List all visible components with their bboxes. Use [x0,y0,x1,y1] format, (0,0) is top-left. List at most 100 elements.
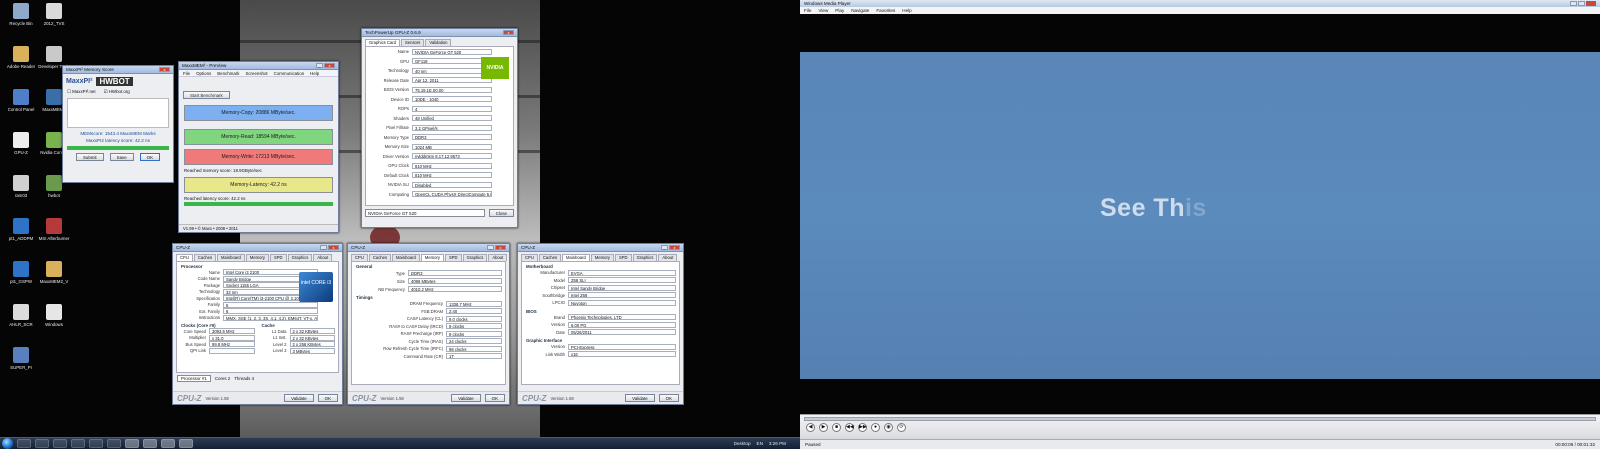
taskbar-app-icon[interactable] [143,439,157,448]
save-button[interactable]: Save [109,153,134,161]
validate-button[interactable]: Validate [284,394,314,402]
menu-item[interactable]: Play [835,8,844,13]
tab-graphics[interactable]: Graphics [287,254,313,261]
menu-item[interactable]: Screenshot [245,71,267,76]
tray-desktop[interactable]: Desktop [734,441,751,446]
tab-cpu[interactable]: CPU [521,254,538,261]
tab-spd[interactable]: SPD [614,254,632,261]
ok-button[interactable]: OK [317,394,338,402]
tab-cpu[interactable]: CPU [351,254,368,261]
tab-memory[interactable]: Memory [245,254,269,261]
tray-language[interactable]: EN [757,441,763,446]
tab-about[interactable]: About [488,254,508,261]
tab-sensors[interactable]: Sensors [401,39,425,46]
maxxmem-main-window[interactable]: MaxxMEM² - PreView _ x File Options Benchm… [178,61,339,233]
menu-item[interactable]: Options [196,71,211,76]
tab-cpu[interactable]: CPU [176,254,193,261]
close-icon[interactable]: x [503,30,514,35]
cpuz-cpu-window[interactable]: CPU-Z _ x CPU Caches Mainboard Memory SPD Gra… [172,243,343,405]
minimize-icon[interactable]: _ [320,245,327,250]
minimize-icon[interactable]: _ [487,245,494,250]
taskbar-app-icon[interactable] [53,439,67,448]
fast-forward-icon[interactable]: ▶▶ [858,423,867,432]
video-frame[interactable]: See This [800,52,1600,379]
desktop-icon[interactable]: 2012_TVS [35,3,73,27]
cpuz-memory-window[interactable]: CPU-Z _ x CPU Caches Mainboard Memory SPD Gra… [347,243,510,405]
hwbot-checkbox[interactable]: ☑ HWbot.org [104,89,130,95]
menu-item[interactable]: File [804,8,811,13]
taskbar-app-icon[interactable] [125,439,139,448]
validate-button[interactable]: Validate [625,394,655,402]
tab-mainboard[interactable]: Mainboard [562,254,590,261]
menu-item[interactable]: File [183,71,190,76]
gpuz-window[interactable]: TechPowerUp GPU-Z 0.6.9 x Graphics Card S… [361,28,518,228]
taskbar-app-icon[interactable] [107,439,121,448]
close-icon[interactable]: x [328,245,339,250]
validate-button[interactable]: Validate [451,394,481,402]
loop-icon[interactable]: ⟳ [897,423,906,432]
tab-memory[interactable]: Memory [420,254,444,261]
tab-graphics-card[interactable]: Graphics Card [365,39,400,46]
desktop-icon[interactable]: Windows [35,304,73,328]
menu-item[interactable]: Navigate [851,8,869,13]
tab-mainboard[interactable]: Mainboard [392,254,420,261]
taskbar-app-icon[interactable] [35,439,49,448]
desktop-icon[interactable]: MSI Afterburner [35,218,73,242]
previous-icon[interactable]: ◀ [806,423,815,432]
taskbar-app-icon[interactable] [161,439,175,448]
taskbar-app-icon[interactable] [179,439,193,448]
minimize-icon[interactable] [1570,1,1577,6]
tab-spd[interactable]: SPD [269,254,287,261]
play-icon[interactable]: ▶ [819,423,828,432]
close-button[interactable]: Close [488,209,514,217]
close-icon[interactable]: x [669,245,680,250]
close-icon[interactable]: x [324,63,335,68]
titlebar[interactable]: CPU-Z _ x [173,244,342,252]
menu-item[interactable]: Help [902,8,911,13]
titlebar[interactable]: TechPowerUp GPU-Z 0.6.9 x [362,29,517,37]
titlebar[interactable]: CPU-Z _ x [348,244,509,252]
seek-bar[interactable] [804,417,1596,421]
tab-memory[interactable]: Memory [590,254,614,261]
menu-item[interactable]: Benchmark [217,71,239,76]
tab-spd[interactable]: SPD [444,254,462,261]
tab-mainboard[interactable]: Mainboard [217,254,245,261]
close-icon[interactable]: x [159,67,170,72]
maximize-icon[interactable] [1578,1,1585,6]
menu-item[interactable]: Favorites [876,8,895,13]
cpuz-mainboard-window[interactable]: CPU-Z _ x CPU Caches Mainboard Memory SPD Gra… [517,243,684,405]
start-benchmark-button[interactable]: Start Benchmark [183,91,230,99]
record-icon[interactable]: ● [871,423,880,432]
tab-graphics[interactable]: Graphics [632,254,658,261]
ok-button[interactable]: OK [484,394,505,402]
start-button[interactable] [2,438,13,449]
titlebar[interactable]: Windows Media Player [800,0,1600,7]
rewind-icon[interactable]: ◀◀ [845,423,854,432]
tab-about[interactable]: About [313,254,333,261]
taskbar-app-icon[interactable] [89,439,103,448]
stop-icon[interactable]: ■ [832,423,841,432]
tab-caches[interactable]: Caches [368,254,392,261]
close-icon[interactable]: x [495,245,506,250]
tab-about[interactable]: About [658,254,678,261]
desktop-icon[interactable]: MaxxMEM2_V [35,261,73,285]
titlebar[interactable]: MaxxMEM² - PreView _ x [179,62,338,70]
taskbar-app-icon[interactable] [17,439,31,448]
menu-item[interactable]: Help [310,71,319,76]
tab-graphics[interactable]: Graphics [462,254,488,261]
minimize-icon[interactable]: _ [316,63,323,68]
titlebar[interactable]: MaxxPI² Memory Score x [63,66,173,74]
taskbar-app-icon[interactable] [71,439,85,448]
desktop-icon[interactable]: SUPER_PI [2,347,40,371]
menu-item[interactable]: View [818,8,828,13]
tab-caches[interactable]: Caches [193,254,217,261]
close-icon[interactable] [1586,1,1596,6]
snapshot-icon[interactable]: ◉ [884,423,893,432]
ok-button[interactable]: OK [139,153,161,161]
gpu-select[interactable]: NVIDIA GeForce GT 520 [365,209,485,217]
maxxpi-checkbox[interactable]: ☐ MaxxPI².net [67,89,96,95]
minimize-icon[interactable]: _ [661,245,668,250]
processor-select[interactable]: Processor #1 [177,375,211,382]
menu-item[interactable]: Communication [274,71,305,76]
tab-caches[interactable]: Caches [538,254,562,261]
